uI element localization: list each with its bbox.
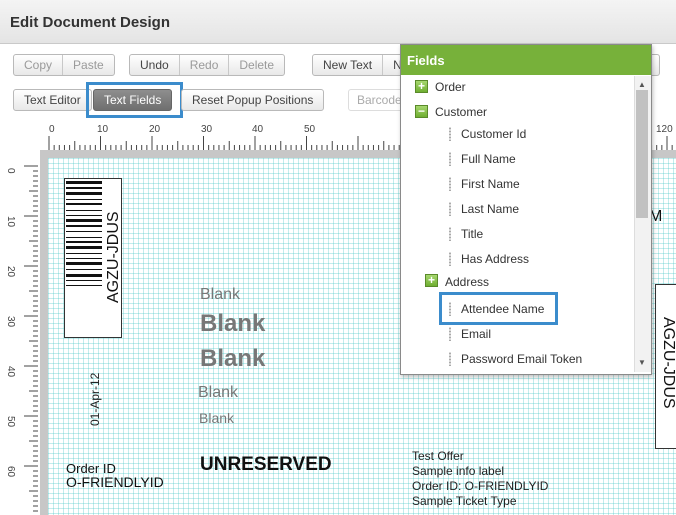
copy-button[interactable]: Copy [14,55,64,75]
collapse-icon[interactable]: − [415,105,428,118]
blank-text-3[interactable]: Blank [200,345,265,373]
field-password-email-token[interactable]: Password Email Token [461,349,582,369]
barcode-element[interactable]: AGZU-JDUS [64,178,122,338]
barcode-text-right: AGZU-JDUS [660,317,676,409]
blank-text-5[interactable]: Blank [199,410,234,426]
barcode-bar [66,219,102,222]
barcode-bar [66,258,102,259]
ruler-left: 0 10 20 30 40 50 60 [0,150,40,515]
blank-text-4[interactable]: Blank [198,384,238,402]
text-fields-highlight [86,82,183,118]
blank-text-2[interactable]: Blank [200,310,265,338]
ruler-left-label: 40 [5,366,16,378]
barcode-bar [66,215,102,216]
barcode-bar [66,199,102,200]
field-title[interactable]: Title [461,224,483,244]
barcode-bar [66,285,102,286]
barcode-bar [66,274,102,277]
edit-group: Undo Redo Delete [129,54,286,76]
expand-icon[interactable]: + [425,274,438,287]
drag-grip-icon [448,227,452,241]
attendee-name-highlight [439,292,558,325]
date-text[interactable]: 01-Apr-12 [88,373,102,426]
ruler-top-label: 50 [304,124,316,135]
reset-popup-positions-button[interactable]: Reset Popup Positions [181,89,325,111]
ruler-left-label: 0 [5,168,16,174]
undo-button[interactable]: Undo [130,55,180,75]
fields-popup-header[interactable]: Fields [401,45,651,75]
barcode-bar [66,280,102,281]
barcode-bar [66,241,102,243]
barcode-bar [66,187,102,189]
clipboard-group: Copy Paste [13,54,115,76]
redo-button[interactable]: Redo [180,55,230,75]
sample-ticket-type[interactable]: Sample Ticket Type [412,494,517,508]
field-has-address[interactable]: Has Address [461,249,529,269]
field-customer-id[interactable]: Customer Id [461,124,526,144]
ruler-top-label: 10 [97,124,109,135]
test-offer-text[interactable]: Test Offer [412,449,464,463]
ruler-top-label: 30 [201,124,213,135]
expand-icon[interactable]: + [415,80,428,93]
barcode-bar [66,210,102,211]
ruler-left-label: 10 [5,216,16,228]
tree-item-customer[interactable]: Customer [435,102,487,122]
ruler-top-label: 20 [149,124,161,135]
drag-grip-icon [448,127,452,141]
window-title: Edit Document Design [10,14,171,31]
ruler-top-label: 120 [656,124,673,135]
scroll-down-icon[interactable]: ▼ [638,358,646,367]
delete-button[interactable]: Delete [229,55,284,75]
barcode-bar [66,181,102,184]
drag-grip-icon [448,352,452,366]
barcode-bar [66,192,102,195]
field-first-name[interactable]: First Name [461,174,520,194]
order-id-value[interactable]: O-FRIENDLYID [66,474,164,490]
paste-button[interactable]: Paste [63,55,114,75]
order-id-info[interactable]: Order ID: O-FRIENDLYID [412,479,548,493]
barcode-dropdown[interactable]: Barcode [348,89,408,111]
fields-popup-title: Fields [407,53,445,68]
unreserved-text[interactable]: UNRESERVED [200,454,332,476]
text-editor-button[interactable]: Text Editor [13,89,92,111]
title-bar: Edit Document Design [0,0,676,44]
drag-grip-icon [448,252,452,266]
barcode-bar [66,262,102,265]
ruler-top-label: 0 [49,124,55,135]
ruler-left-label: 30 [5,316,16,328]
barcode-bar [66,225,102,227]
drag-grip-icon [448,327,452,341]
blank-text-1[interactable]: Blank [200,286,240,304]
ruler-top-label: 40 [252,124,264,135]
barcode-bar [66,203,102,205]
field-full-name[interactable]: Full Name [461,149,516,169]
sample-info-label[interactable]: Sample info label [412,464,504,478]
new-text-button[interactable]: New Text [313,55,384,75]
barcode-bar [66,253,102,254]
barcode-bar [66,237,102,238]
field-last-name[interactable]: Last Name [461,199,519,219]
barcode-element-right[interactable]: AGZU-JDUS [655,284,676,449]
barcode-bar [66,231,102,232]
ruler-left-label: 20 [5,266,16,278]
field-email[interactable]: Email [461,324,491,344]
barcode-text: AGZU-JDUS [105,211,122,303]
barcode-bar [66,269,102,270]
scroll-up-icon[interactable]: ▲ [638,80,646,89]
barcode-bar [66,246,102,249]
drag-grip-icon [448,152,452,166]
tree-item-order[interactable]: Order [435,77,466,97]
new-group: New Text N [312,54,413,76]
fields-popup[interactable]: Fields + Order − Customer Customer Id Fu… [400,44,652,375]
tree-item-address[interactable]: Address [445,272,489,292]
ruler-left-label: 50 [5,416,16,428]
fields-scrollbar-thumb[interactable] [636,90,648,218]
drag-grip-icon [448,177,452,191]
drag-grip-icon [448,202,452,216]
barcode-bars [66,181,102,286]
ruler-left-label: 60 [5,466,16,478]
